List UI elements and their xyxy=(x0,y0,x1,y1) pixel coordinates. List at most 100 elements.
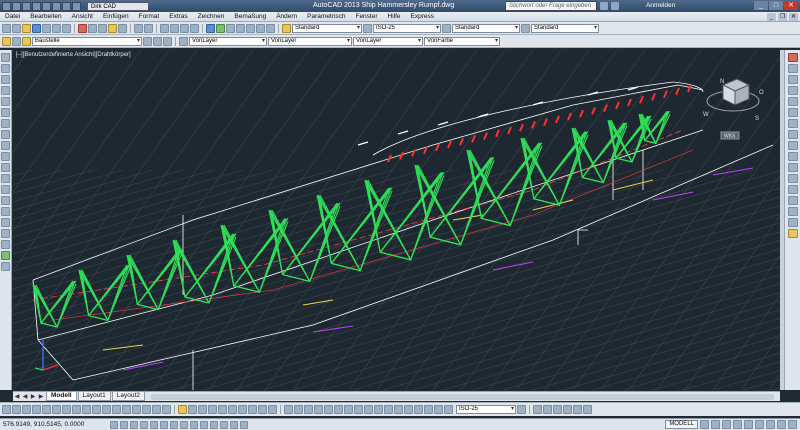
isolate-objects-icon[interactable] xyxy=(777,420,786,429)
help-icon[interactable] xyxy=(266,23,275,33)
environment-icon[interactable] xyxy=(563,405,572,414)
otrack-icon[interactable] xyxy=(238,405,247,414)
make-block-icon[interactable] xyxy=(1,185,10,194)
viewport-label[interactable]: [–][Benutzerdefinierte Ansicht][Drahtkör… xyxy=(16,52,131,58)
scale-icon[interactable] xyxy=(787,130,798,139)
app-menu-icon[interactable] xyxy=(2,1,11,11)
zoom-previous-icon[interactable] xyxy=(190,23,199,33)
doc-restore-button[interactable]: ❐ xyxy=(778,12,787,21)
dim-angular-icon[interactable] xyxy=(72,405,81,414)
text-style-select[interactable]: Standard xyxy=(292,23,362,33)
markup-icon[interactable] xyxy=(246,23,255,33)
open-icon[interactable] xyxy=(22,23,31,33)
camera-icon[interactable] xyxy=(334,405,343,414)
dim-linear-icon[interactable] xyxy=(2,405,11,414)
tab-modell[interactable]: Modell xyxy=(46,392,77,401)
sun-icon[interactable] xyxy=(553,405,562,414)
properties-icon[interactable] xyxy=(206,23,215,33)
dim-ordinate-icon[interactable] xyxy=(32,405,41,414)
ellipse-arc-icon[interactable] xyxy=(1,163,10,172)
gradient-icon[interactable] xyxy=(1,218,10,227)
save-icon[interactable] xyxy=(32,23,41,33)
layer-state-icon[interactable] xyxy=(12,36,21,46)
save-icon[interactable] xyxy=(32,1,41,11)
table-style-select[interactable]: Standard xyxy=(452,23,520,33)
3d-osnap-icon[interactable] xyxy=(228,405,237,414)
lineweight-icon[interactable] xyxy=(210,420,218,429)
login-button[interactable]: Anmelden xyxy=(646,2,675,9)
hardware-acceleration-icon[interactable] xyxy=(766,420,775,429)
menu-bemassung[interactable]: Bemaßung xyxy=(229,13,271,20)
break-at-point-icon[interactable] xyxy=(787,174,798,183)
render-icon[interactable] xyxy=(374,405,383,414)
dim-aligned-icon[interactable] xyxy=(12,405,21,414)
copy-object-icon[interactable] xyxy=(787,64,798,73)
dim-break-icon[interactable] xyxy=(122,405,131,414)
maximize-button[interactable]: □ xyxy=(769,1,783,10)
explode-icon[interactable] xyxy=(787,229,798,238)
dim-space-icon[interactable] xyxy=(112,405,121,414)
ucs-3point-icon[interactable] xyxy=(414,405,423,414)
polygon-icon[interactable] xyxy=(1,86,10,95)
snap-icon[interactable] xyxy=(178,405,187,414)
doc-minimize-button[interactable]: _ xyxy=(767,12,776,21)
walk-icon[interactable] xyxy=(344,405,353,414)
doc-close-button[interactable]: ✕ xyxy=(789,12,798,21)
menu-einfuegen[interactable]: Einfügen xyxy=(98,13,134,20)
menu-express[interactable]: Express xyxy=(406,13,439,20)
center-mark-icon[interactable] xyxy=(142,405,151,414)
transparency-icon[interactable] xyxy=(220,420,228,429)
menu-hilfe[interactable]: Hilfe xyxy=(383,13,406,20)
tab-layout2[interactable]: Layout2 xyxy=(111,392,145,401)
ortho-icon[interactable] xyxy=(198,405,207,414)
ship-hull-wireframe[interactable]: VORNE N S W O WKS xyxy=(13,50,780,390)
preview-icon[interactable] xyxy=(52,23,61,33)
arc-icon[interactable] xyxy=(1,108,10,117)
user-icon[interactable] xyxy=(611,2,619,10)
table-icon[interactable] xyxy=(1,240,10,249)
osnap-icon[interactable] xyxy=(218,405,227,414)
horizontal-scrollbar[interactable] xyxy=(150,393,774,400)
layer-select[interactable]: Baustelle xyxy=(32,36,142,46)
workspace-switch-icon[interactable] xyxy=(744,420,753,429)
snap-mode-icon[interactable] xyxy=(120,420,128,429)
drawing-viewport[interactable]: VORNE N S W O WKS [–][Benutzerdefinierte… xyxy=(13,50,780,390)
polar-tracking-icon[interactable] xyxy=(150,420,158,429)
layer-isolate-icon[interactable] xyxy=(163,36,172,46)
dyn-icon[interactable] xyxy=(258,405,267,414)
fillet-icon[interactable] xyxy=(787,218,798,227)
paste-icon[interactable] xyxy=(98,23,107,33)
infer-constraints-icon[interactable] xyxy=(110,420,118,429)
dim-radius-icon[interactable] xyxy=(42,405,51,414)
3d-object-snap-icon[interactable] xyxy=(170,420,178,429)
insert-block-icon[interactable] xyxy=(1,174,10,183)
zoom-realtime-icon[interactable] xyxy=(170,23,179,33)
dim-continue-icon[interactable] xyxy=(102,405,111,414)
rotate-icon[interactable] xyxy=(787,119,798,128)
new-file-icon[interactable] xyxy=(12,1,21,11)
menu-ansicht[interactable]: Ansicht xyxy=(67,13,98,20)
materials-icon[interactable] xyxy=(543,405,552,414)
tab-last-button[interactable]: ▶ xyxy=(37,393,45,401)
layer-previous-icon[interactable] xyxy=(153,36,162,46)
object-snap-tracking-icon[interactable] xyxy=(180,420,188,429)
spline-icon[interactable] xyxy=(1,141,10,150)
dim-style-select[interactable]: ISO-25 xyxy=(373,23,441,33)
ducs-icon[interactable] xyxy=(248,405,257,414)
close-button[interactable]: ✕ xyxy=(784,1,798,10)
array-icon[interactable] xyxy=(787,97,798,106)
dim-diameter-icon[interactable] xyxy=(62,405,71,414)
selection-cycling-icon[interactable] xyxy=(240,420,248,429)
clean-screen-icon[interactable] xyxy=(788,420,797,429)
object-snap-icon[interactable] xyxy=(160,420,168,429)
menu-extras[interactable]: Extras xyxy=(164,13,192,20)
jogged-linear-icon[interactable] xyxy=(162,405,171,414)
tab-layout1[interactable]: Layout1 xyxy=(77,392,111,401)
mtext-icon[interactable] xyxy=(1,251,10,260)
dim-style-manager-icon[interactable] xyxy=(517,405,526,414)
qnew-icon[interactable] xyxy=(12,23,21,33)
redo-icon[interactable] xyxy=(72,1,81,11)
trim-icon[interactable] xyxy=(787,152,798,161)
workspace-select[interactable]: Dirk CAD xyxy=(87,1,149,11)
coordinate-readout[interactable]: 576.9149, 910.5145, 0.0000 xyxy=(0,421,110,428)
